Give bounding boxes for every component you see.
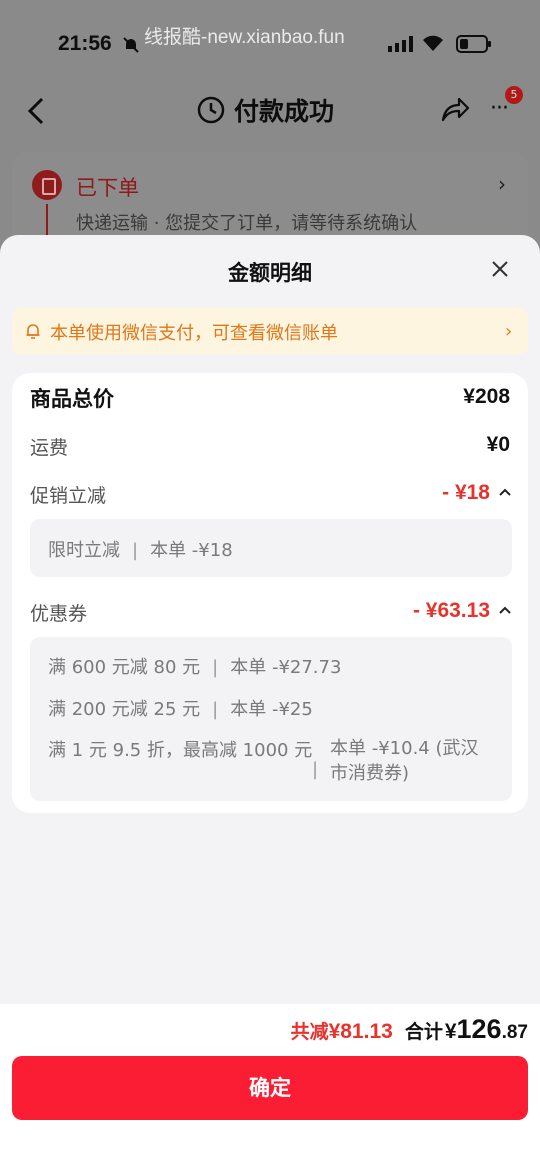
bell-icon bbox=[26, 324, 40, 339]
order-status-label: 已下单 bbox=[76, 176, 139, 200]
coupon-detail-line: 满 200 元减 25 元 | 本单 -¥25 bbox=[48, 699, 313, 720]
wechat-pay-notice[interactable]: 本单使用微信支付，可查看微信账单 › bbox=[12, 308, 528, 354]
chevron-up-icon[interactable] bbox=[498, 605, 512, 615]
coupon-value[interactable]: - ¥63.13 bbox=[413, 599, 490, 623]
sheet-title: 金额明细 bbox=[228, 261, 312, 285]
promo-detail-line: 限时立减 | 本单 -¥18 bbox=[48, 540, 233, 561]
confirm-button[interactable]: 确定 bbox=[12, 1056, 528, 1120]
close-icon[interactable] bbox=[488, 257, 512, 281]
checkout-footer: 共减 ¥81.13 合计 ¥ 126 .87 确定 bbox=[0, 1004, 540, 1174]
goods-total-label: 商品总价 bbox=[30, 387, 114, 411]
discount-value: ¥81.13 bbox=[328, 1020, 393, 1043]
battery-icon bbox=[456, 35, 491, 53]
separator: | bbox=[312, 759, 319, 780]
promo-detail-box: 限时立减 | 本单 -¥18 bbox=[30, 519, 512, 577]
shipping-label: 运费 bbox=[30, 437, 69, 459]
back-icon[interactable] bbox=[24, 96, 48, 126]
total-currency: ¥ bbox=[444, 1020, 457, 1043]
coupon-detail-box: 满 600 元减 80 元 | 本单 -¥27.73 满 200 元减 25 元 | 本… bbox=[30, 637, 512, 801]
notification-badge: 5 bbox=[505, 86, 523, 104]
watermark-text: 线报酷-new.xianbao.fun bbox=[144, 27, 345, 48]
top-nav: 付款成功 ··· bbox=[0, 84, 540, 140]
coupon-detail-amount: 本单 -¥10.4 (武汉 市消费券) bbox=[330, 738, 479, 784]
signal-icon bbox=[388, 36, 413, 52]
chevron-up-icon[interactable] bbox=[498, 487, 512, 497]
notice-text: 本单使用微信支付，可查看微信账单 bbox=[50, 323, 338, 344]
promo-label: 促销立减 bbox=[30, 485, 107, 507]
order-description: 快递运输 · 您提交了订单，请等待系统确认 bbox=[76, 213, 418, 234]
total-integer: 126 bbox=[456, 1014, 502, 1044]
share-icon[interactable] bbox=[440, 94, 470, 124]
total-label: 合计 bbox=[404, 1021, 443, 1043]
bell-off-icon bbox=[123, 37, 139, 53]
chevron-right-icon: › bbox=[505, 321, 513, 342]
order-doc-icon bbox=[32, 170, 62, 200]
status-time: 21:56 bbox=[58, 32, 112, 55]
price-summary: 共减 ¥81.13 合计 ¥ 126 .87 bbox=[291, 1014, 528, 1045]
coupon-label: 优惠券 bbox=[30, 603, 88, 625]
goods-total-value: ¥208 bbox=[463, 385, 510, 408]
clock-icon bbox=[197, 96, 225, 124]
price-detail-card: 商品总价 ¥208 运费 ¥0 促销立减 - ¥18 限时立减 | 本单 -¥18 … bbox=[12, 373, 528, 813]
coupon-detail-name: 满 1 元 9.5 折，最高减 1000 元 bbox=[48, 740, 313, 761]
status-bar: 21:56 线报酷-new.xianbao.fun bbox=[0, 22, 540, 66]
page-title: 付款成功 bbox=[234, 97, 335, 126]
chevron-right-icon: › bbox=[498, 172, 506, 196]
wifi-icon bbox=[423, 35, 443, 51]
promo-value[interactable]: - ¥18 bbox=[442, 481, 490, 505]
total-decimal: .87 bbox=[501, 1022, 528, 1043]
shipping-value: ¥0 bbox=[486, 433, 510, 456]
coupon-detail-line: 满 600 元减 80 元 | 本单 -¥27.73 bbox=[48, 657, 342, 678]
discount-label: 共减 bbox=[290, 1021, 329, 1043]
nav-title-group: 付款成功 bbox=[196, 92, 334, 128]
